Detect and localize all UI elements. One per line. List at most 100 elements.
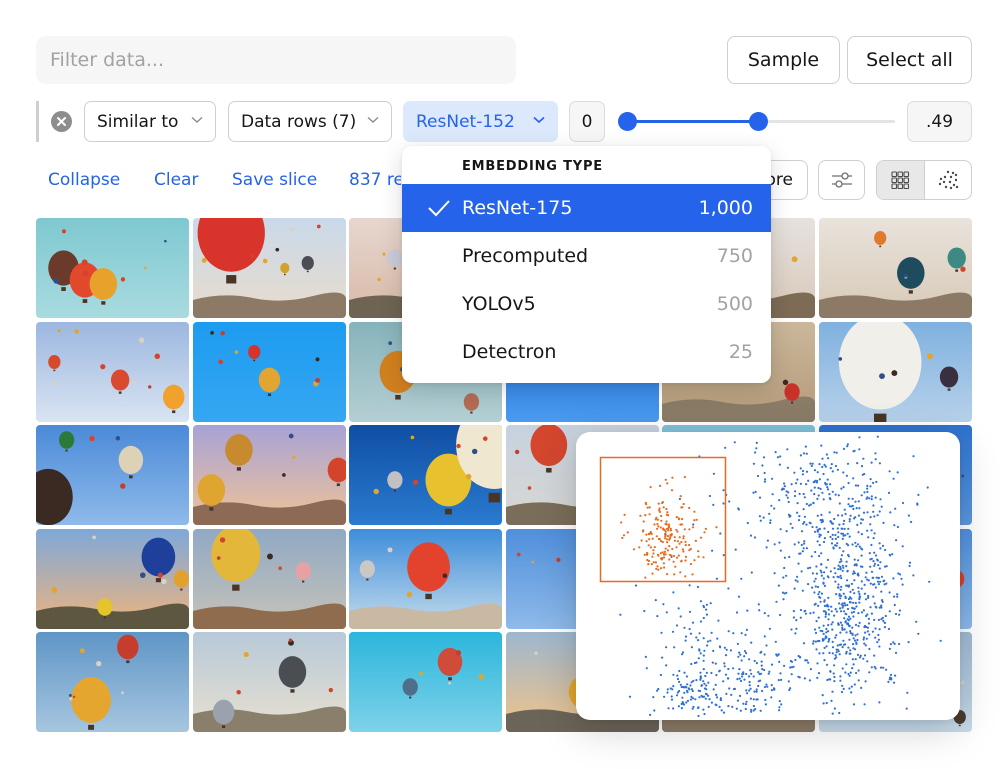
image-tile[interactable] — [192, 218, 346, 318]
image-tile[interactable] — [192, 321, 346, 422]
embedding-point — [843, 628, 846, 631]
collapse-link[interactable]: Collapse — [48, 170, 120, 190]
dropdown-item-detectron[interactable]: Detectron 25 — [402, 328, 771, 376]
embedding-point — [760, 660, 763, 663]
image-tile[interactable] — [818, 218, 972, 318]
embedding-point — [653, 709, 656, 712]
dropdown-header: EMBEDDING TYPE — [462, 159, 603, 174]
embedding-point — [748, 684, 751, 687]
sample-button[interactable]: Sample — [727, 36, 840, 84]
embedding-point — [755, 688, 758, 691]
embedding-point — [857, 679, 860, 682]
target-select[interactable]: Data rows (7) — [228, 101, 392, 142]
embedding-point — [888, 591, 891, 594]
embedding-point — [841, 626, 844, 629]
embedding-point — [896, 595, 899, 598]
embedding-point — [824, 615, 827, 618]
operator-select[interactable]: Similar to — [84, 101, 216, 142]
distant-balloon — [419, 671, 424, 676]
embedding-point — [731, 705, 734, 708]
embedding-scatter-panel[interactable] — [576, 432, 960, 720]
embedding-point — [678, 689, 681, 693]
similarity-range-slider[interactable] — [618, 112, 895, 131]
dropdown-item-label: Precomputed — [462, 245, 589, 267]
embedding-point — [671, 547, 674, 551]
embedding-point — [746, 692, 749, 695]
embedding-point — [879, 580, 882, 583]
image-tile[interactable] — [192, 632, 346, 732]
range-max-input[interactable]: .49 — [907, 101, 972, 142]
image-tile[interactable] — [36, 425, 189, 525]
embedding-point — [826, 486, 829, 489]
grid-view-button[interactable] — [877, 161, 925, 199]
embedding-point — [764, 698, 767, 702]
image-tile[interactable] — [192, 425, 346, 525]
embedding-point — [656, 527, 659, 530]
embedding-point — [850, 685, 853, 688]
embedding-select[interactable]: ResNet-152 — [403, 101, 558, 142]
embedding-point — [867, 617, 870, 620]
image-tile[interactable] — [192, 528, 346, 629]
dropdown-item-yolov5[interactable]: YOLOv5 500 — [402, 280, 771, 328]
embedding-point — [683, 671, 686, 674]
embedding-point — [842, 522, 845, 526]
image-tile[interactable] — [818, 321, 972, 422]
embedding-point — [768, 670, 771, 673]
dropdown-item-precomputed[interactable]: Precomputed 750 — [402, 232, 771, 280]
clear-circle-icon[interactable] — [51, 111, 72, 132]
embedding-point — [864, 680, 867, 683]
embedding-point — [755, 441, 758, 444]
embedding-point — [705, 608, 708, 611]
embedding-point — [829, 535, 832, 539]
select-all-button[interactable]: Select all — [847, 36, 972, 84]
embedding-scatter-plot[interactable] — [576, 432, 960, 720]
image-tile[interactable] — [349, 632, 503, 732]
embedding-point — [682, 537, 685, 540]
embedding-point — [698, 689, 702, 693]
embedding-point — [737, 672, 740, 675]
embedding-point — [870, 543, 873, 547]
basket — [129, 475, 133, 479]
embedding-point — [867, 622, 871, 625]
embedding-point — [828, 511, 831, 514]
embedding-point — [847, 624, 851, 627]
image-tile[interactable] — [36, 321, 189, 422]
scatter-view-button[interactable] — [925, 161, 972, 199]
embedding-point — [839, 574, 842, 577]
embedding-point — [665, 520, 668, 523]
embedding-point — [684, 639, 687, 642]
result-count-link[interactable]: 837 re — [349, 170, 401, 190]
embedding-point — [672, 673, 675, 676]
image-tile[interactable] — [349, 528, 503, 629]
embedding-point — [860, 580, 863, 583]
image-tile[interactable] — [349, 425, 503, 525]
embedding-point — [820, 521, 823, 524]
embedding-point — [737, 655, 740, 658]
embedding-point — [870, 570, 874, 573]
image-tile[interactable] — [36, 632, 189, 732]
save-slice-link[interactable]: Save slice — [232, 170, 317, 190]
display-settings-button[interactable] — [818, 160, 865, 200]
slider-thumb-max[interactable] — [749, 112, 769, 131]
embedding-point — [860, 611, 864, 614]
embedding-point — [917, 632, 920, 635]
embedding-point — [745, 689, 748, 692]
embedding-point — [702, 556, 705, 559]
embedding-point — [661, 540, 664, 544]
embedding-point — [866, 487, 869, 490]
image-tile[interactable] — [36, 218, 189, 318]
filter-input[interactable] — [36, 36, 516, 84]
dropdown-item-resnet-175[interactable]: ResNet-175 1,000 — [402, 184, 771, 232]
embedding-point — [848, 518, 851, 521]
range-min-input[interactable]: 0 — [569, 101, 605, 142]
sliders-icon — [831, 172, 852, 188]
embedding-point — [831, 538, 834, 541]
clear-link[interactable]: Clear — [154, 170, 198, 190]
embedding-point — [847, 481, 850, 485]
embedding-point — [656, 615, 659, 618]
image-tile[interactable] — [36, 528, 189, 629]
embedding-point — [676, 677, 680, 681]
embedding-point — [826, 575, 829, 578]
embedding-point — [702, 659, 705, 662]
slider-thumb-min[interactable] — [618, 112, 637, 131]
